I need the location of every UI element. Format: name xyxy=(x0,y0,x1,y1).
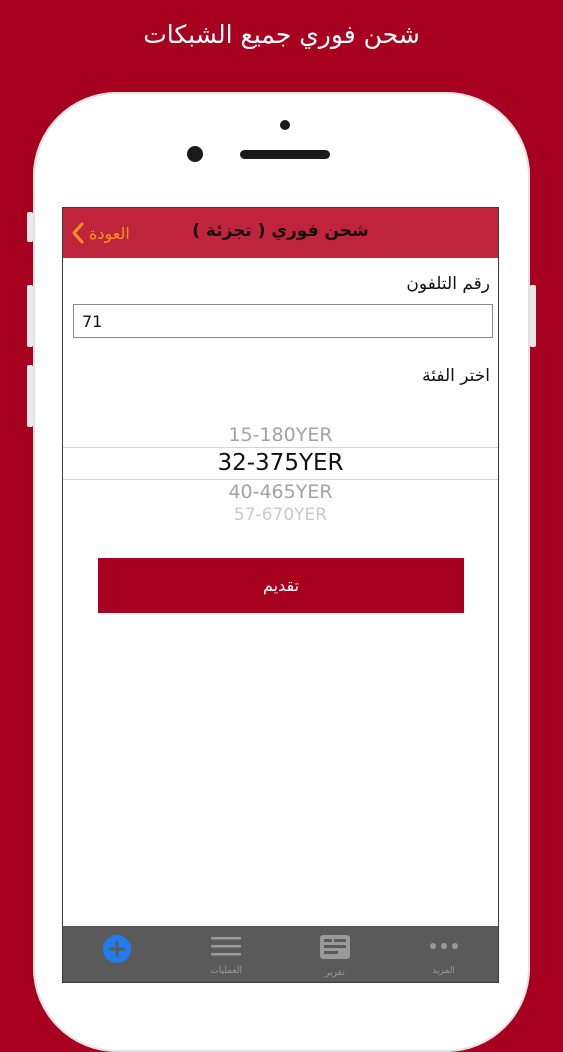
picker-selection-bottom-line xyxy=(63,479,498,480)
app-screen: شحن فوري ( تجزئة ) العودة رقم التلفون اخ… xyxy=(62,207,499,983)
picker-option[interactable]: 15-180YER xyxy=(63,424,498,446)
category-label: اختر الفئة xyxy=(422,366,490,386)
phone-number-input[interactable] xyxy=(73,304,493,338)
list-icon xyxy=(210,934,242,962)
tab-label: المزيد xyxy=(432,966,455,976)
back-label: العودة xyxy=(89,223,130,243)
phone-speaker xyxy=(240,150,330,159)
tab-new-charge[interactable] xyxy=(63,926,172,982)
tab-label: العمليات xyxy=(210,966,242,976)
phone-volume-down-button xyxy=(27,365,33,427)
more-dots-icon xyxy=(427,934,461,962)
phone-power-button xyxy=(530,285,536,347)
back-button[interactable]: العودة xyxy=(71,218,130,248)
picker-option[interactable]: 40-465YER xyxy=(63,481,498,503)
tab-operations[interactable]: العمليات xyxy=(172,926,281,982)
chevron-left-icon xyxy=(71,221,85,245)
tab-report[interactable]: تقرير xyxy=(281,926,390,982)
report-icon xyxy=(319,934,351,964)
tab-label: تقرير xyxy=(325,968,345,978)
category-picker[interactable]: 15-180YER 32-375YER 40-465YER 57-670YER xyxy=(63,418,498,528)
picker-option-selected[interactable]: 32-375YER xyxy=(63,450,498,476)
picker-selection-top-line xyxy=(63,447,498,448)
plus-circle-icon xyxy=(102,934,132,968)
phone-sensor xyxy=(280,120,290,130)
promo-title: شحن فوري جميع الشبكات xyxy=(143,20,420,49)
picker-option[interactable]: 57-670YER xyxy=(63,505,498,525)
phone-camera xyxy=(187,146,203,162)
phone-number-label: رقم التلفون xyxy=(406,274,490,294)
tab-bar: العمليات تقرير المزيد xyxy=(63,926,498,982)
navigation-bar: شحن فوري ( تجزئة ) العودة xyxy=(63,208,498,258)
tab-more[interactable]: المزيد xyxy=(389,926,498,982)
phone-volume-up-button xyxy=(27,285,33,347)
phone-side-button xyxy=(27,212,33,242)
submit-button[interactable]: تقديم xyxy=(98,558,464,613)
